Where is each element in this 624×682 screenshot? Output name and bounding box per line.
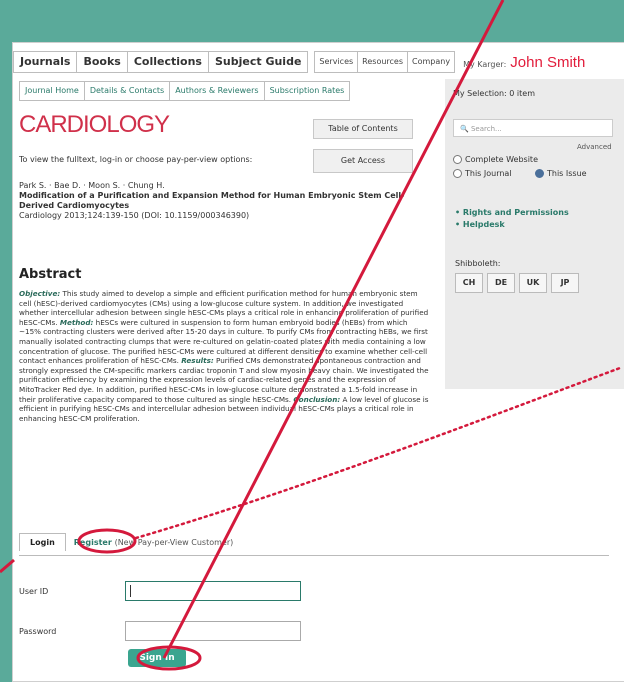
- nav-books[interactable]: Books: [77, 52, 128, 72]
- advanced-search-link[interactable]: Advanced: [577, 143, 612, 151]
- sign-in-button[interactable]: Sign In: [128, 649, 186, 667]
- subnav-journal-home[interactable]: Journal Home: [20, 82, 85, 100]
- my-selection[interactable]: My Selection: 0 item: [453, 89, 535, 98]
- get-access-button[interactable]: Get Access: [313, 149, 413, 173]
- tab-login[interactable]: Login: [19, 533, 66, 551]
- shib-jp-button[interactable]: JP: [551, 273, 579, 293]
- shibboleth-label: Shibboleth:: [455, 259, 501, 268]
- nav-journals[interactable]: Journals: [14, 52, 78, 72]
- secondary-nav: Services Resources Company: [314, 51, 456, 73]
- nav-subject-guide[interactable]: Subject Guide: [209, 52, 307, 72]
- sidebar: My Selection: 0 item 🔍 Search... Advance…: [445, 79, 624, 389]
- journal-logo[interactable]: CARDIOLOGY: [19, 111, 170, 139]
- scope-label: Complete Website: [465, 155, 538, 164]
- scope-label: This Issue: [547, 169, 587, 178]
- helpdesk-link[interactable]: • Helpdesk: [455, 219, 569, 231]
- scope-this-journal[interactable]: This Journal: [453, 169, 512, 178]
- shib-uk-button[interactable]: UK: [519, 273, 547, 293]
- user-id-field[interactable]: [125, 581, 301, 601]
- scope-label: This Journal: [465, 169, 512, 178]
- method-label: Method:: [59, 317, 94, 327]
- scope-this-issue[interactable]: This Issue: [535, 169, 587, 178]
- nav-company[interactable]: Company: [408, 52, 454, 72]
- objective-label: Objective:: [19, 289, 61, 298]
- radio-icon: [453, 169, 462, 178]
- radio-selected-icon: [535, 169, 544, 178]
- subnav-subscription-rates[interactable]: Subscription Rates: [265, 82, 350, 100]
- register-label: Register: [73, 538, 112, 547]
- rights-permissions-link[interactable]: • Rights and Permissions: [455, 207, 569, 219]
- article-authors: Park S. · Bae D. · Moon S. · Chung H.: [19, 181, 165, 190]
- user-id-label: User ID: [19, 587, 49, 596]
- my-karger-label: My Karger:: [463, 59, 507, 69]
- tab-divider: [19, 555, 609, 556]
- shib-ch-button[interactable]: CH: [455, 273, 483, 293]
- subnav-authors-reviewers[interactable]: Authors & Reviewers: [170, 82, 265, 100]
- password-field[interactable]: [125, 621, 301, 641]
- my-karger[interactable]: My Karger: John Smith: [463, 54, 585, 71]
- tab-register[interactable]: Register (New Pay-per-View Customer): [66, 534, 241, 551]
- login-panel: Login Register (New Pay-per-View Custome…: [13, 523, 624, 681]
- nav-services[interactable]: Services: [315, 52, 359, 72]
- article-title: Modification of a Purification and Expan…: [19, 191, 405, 210]
- register-note: (New Pay-per-View Customer): [114, 538, 234, 547]
- article-doi: Cardiology 2013;124:139-150 (DOI: 10.115…: [19, 211, 250, 220]
- login-tabs: Login Register (New Pay-per-View Custome…: [19, 533, 241, 551]
- shibboleth-buttons: CH DE UK JP: [455, 273, 579, 293]
- user-name: John Smith: [510, 53, 586, 71]
- nav-collections[interactable]: Collections: [128, 52, 209, 72]
- journal-subnav: Journal Home Details & Contacts Authors …: [19, 81, 351, 101]
- article-citation: Park S. · Bae D. · Moon S. · Chung H. Mo…: [19, 181, 429, 221]
- main-navigation: Journals Books Collections Subject Guide…: [13, 51, 624, 73]
- fulltext-prompt: To view the fulltext, log-in or choose p…: [19, 155, 253, 164]
- link-label: Helpdesk: [462, 220, 505, 229]
- conclusion-label: Conclusion:: [293, 394, 341, 404]
- search-input[interactable]: 🔍 Search...: [453, 119, 613, 137]
- primary-nav: Journals Books Collections Subject Guide: [13, 51, 309, 73]
- search-placeholder: Search...: [470, 125, 502, 133]
- link-label: Rights and Permissions: [462, 208, 569, 217]
- page-content: Journals Books Collections Subject Guide…: [12, 42, 624, 682]
- text-caret: [130, 585, 131, 597]
- results-label: Results:: [181, 356, 214, 366]
- abstract-heading: Abstract: [19, 267, 82, 282]
- nav-resources[interactable]: Resources: [358, 52, 409, 72]
- radio-icon: [453, 155, 462, 164]
- scope-complete-website[interactable]: Complete Website: [453, 155, 538, 164]
- shib-de-button[interactable]: DE: [487, 273, 515, 293]
- sidebar-links: • Rights and Permissions • Helpdesk: [455, 207, 569, 231]
- abstract-body: Objective: This study aimed to develop a…: [19, 289, 431, 423]
- password-label: Password: [19, 627, 57, 636]
- site-header-bar: [0, 0, 624, 40]
- subnav-details-contacts[interactable]: Details & Contacts: [85, 82, 171, 100]
- table-of-contents-button[interactable]: Table of Contents: [313, 119, 413, 139]
